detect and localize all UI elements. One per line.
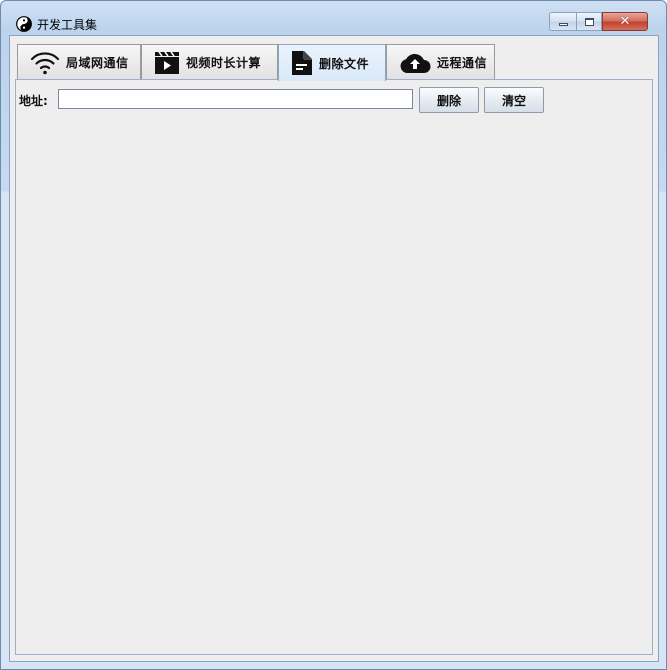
video-clapper-icon	[155, 51, 179, 74]
cloud-upload-icon	[400, 53, 431, 73]
maximize-icon	[584, 17, 594, 26]
minimize-icon	[558, 23, 568, 26]
window-controls: ✕	[549, 12, 648, 32]
tab-remote-communication[interactable]: 远程通信	[386, 44, 495, 80]
tab-label: 删除文件	[319, 56, 370, 71]
window-title: 开发工具集	[37, 18, 98, 32]
delete-file-panel	[15, 79, 653, 655]
app-window: 开发工具集 ✕ 局域网通信 视频时长计算 删除文件 远程通信 地址: 删除 清空	[0, 0, 667, 670]
clear-button-label: 清空	[501, 93, 526, 108]
maximize-button[interactable]	[576, 12, 602, 31]
tab-label: 远程通信	[437, 56, 488, 70]
tab-video-duration[interactable]: 视频时长计算	[141, 44, 278, 80]
file-icon	[292, 51, 312, 75]
yin-yang-icon	[16, 16, 32, 32]
delete-button-label: 删除	[436, 93, 461, 108]
tabbed-pane: 局域网通信 视频时长计算 删除文件 远程通信 地址: 删除 清空	[9, 35, 659, 662]
tab-label: 局域网通信	[66, 56, 129, 70]
wifi-icon	[30, 51, 60, 74]
tab-delete-file[interactable]: 删除文件	[278, 44, 386, 81]
close-icon: ✕	[619, 14, 631, 29]
delete-button[interactable]: 删除	[419, 87, 479, 113]
address-input[interactable]	[58, 89, 413, 109]
clear-button[interactable]: 清空	[484, 87, 544, 113]
address-label: 地址:	[19, 94, 48, 108]
tab-lan-communication[interactable]: 局域网通信	[17, 44, 141, 80]
minimize-button[interactable]	[549, 12, 576, 31]
close-button[interactable]: ✕	[602, 12, 648, 31]
tab-label: 视频时长计算	[186, 56, 262, 70]
title-bar[interactable]: 开发工具集 ✕	[1, 1, 666, 35]
